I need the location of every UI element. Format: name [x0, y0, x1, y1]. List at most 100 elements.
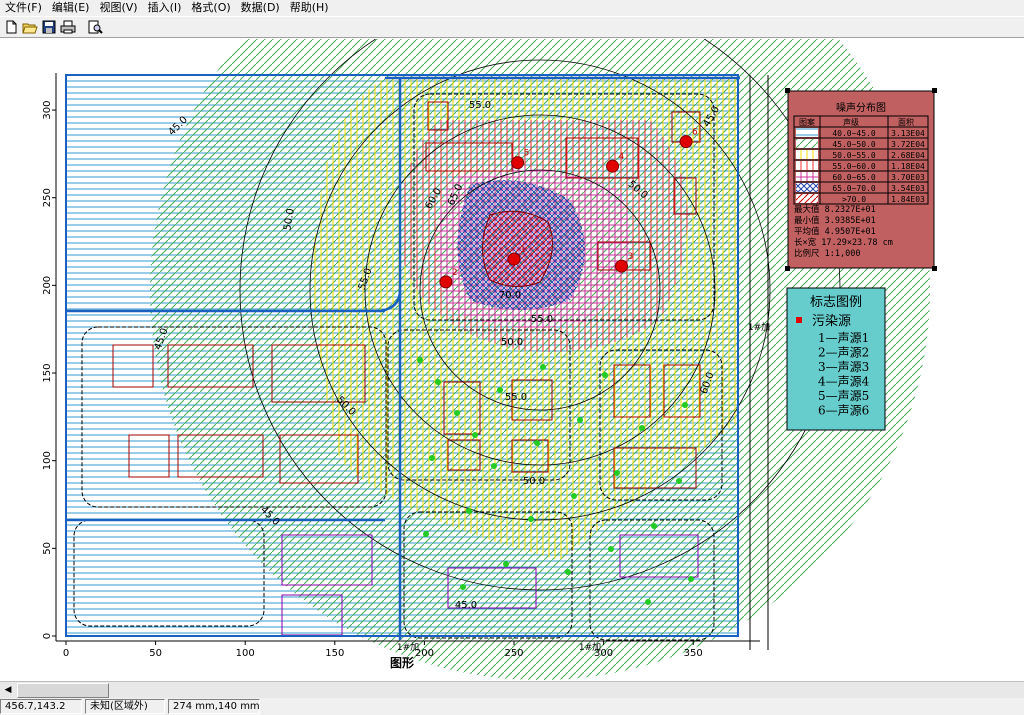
legend-area: 3.54E03	[891, 184, 925, 193]
noise-map-chart: 0 50 100 150 200 250 300 350050100150200250300 …	[42, 39, 937, 680]
menu-view[interactable]: 视图(V)	[94, 0, 142, 16]
x-tick-label: 50	[149, 648, 162, 659]
legend-level: 40.0~45.0	[832, 129, 876, 138]
contour-label: 55.0	[469, 100, 491, 111]
noise-legend[interactable]: 噪声分布图 图案 声级 面积 40.0~45.0 3.13E04 45.0~50.0 3.7…	[785, 88, 937, 271]
legend-swatch	[796, 139, 818, 148]
symbol-legend-item: 2—声源2	[818, 346, 869, 360]
noise-source-1	[507, 252, 521, 266]
noise-source-5	[511, 156, 525, 170]
tree	[645, 599, 651, 605]
contour-label: 55.0	[531, 314, 553, 325]
y-tick-label: 250	[42, 188, 53, 207]
menu-format[interactable]: 格式(O)	[186, 0, 235, 16]
side-marker: 1#加	[748, 322, 770, 333]
menu-file[interactable]: 文件(F)	[0, 0, 47, 16]
legend-stat: 最小值 3.9385E+01	[794, 215, 876, 226]
resize-handle[interactable]	[932, 266, 937, 271]
status-region: 未知(区域外)	[85, 699, 165, 714]
y-tick-label: 100	[42, 451, 53, 470]
contour-label: 50.0	[523, 476, 545, 487]
noise-source-2	[439, 275, 453, 289]
legend-level: 50.0~55.0	[832, 151, 876, 160]
x-tick-label: 250	[504, 648, 523, 659]
legend-level: 55.0~60.0	[832, 162, 876, 171]
noise-source-3	[615, 259, 629, 273]
legend-stat: 最大值 8.2327E+01	[794, 204, 876, 215]
noise-source-label: 1	[520, 245, 526, 255]
tree	[435, 379, 441, 385]
legend-level: 60.0~65.0	[832, 173, 876, 182]
y-tick-label: 50	[42, 542, 53, 555]
horizontal-scrollbar[interactable]: ◀	[0, 681, 1024, 698]
y-tick-label: 150	[42, 363, 53, 382]
x-tick-label: 150	[325, 648, 344, 659]
open-icon[interactable]	[21, 19, 38, 36]
resize-handle[interactable]	[785, 88, 790, 93]
preview-icon[interactable]	[86, 19, 103, 36]
noise-source-label: 2	[452, 268, 458, 278]
legend-header: 声级	[843, 117, 859, 127]
tree	[460, 584, 466, 590]
resize-handle[interactable]	[785, 266, 790, 271]
noise-source-label: 5	[524, 149, 530, 159]
drawing-canvas[interactable]: 0 50 100 150 200 250 300 350 0 50 100 150 200 250 300 …	[0, 39, 1024, 681]
menu-edit[interactable]: 编辑(E)	[47, 0, 95, 16]
tree	[682, 402, 688, 408]
legend-area: 1.18E04	[891, 162, 925, 171]
scroll-left-icon[interactable]: ◀	[0, 682, 16, 698]
symbol-legend-item: 3—声源3	[818, 360, 869, 374]
save-icon[interactable]	[40, 19, 57, 36]
legend-header: 图案	[799, 117, 815, 127]
status-bar: 456.7,143.2 未知(区域外) 274 mm,140 mm	[0, 698, 1024, 715]
tree	[491, 463, 497, 469]
contour-label: 55.0	[505, 392, 527, 403]
legend-swatch	[796, 194, 818, 203]
noise-source-4	[606, 159, 620, 173]
tree	[503, 561, 509, 567]
x-tick-label: 100	[236, 648, 255, 659]
print-icon[interactable]	[59, 19, 76, 36]
legend-stat: 平均值 4.9507E+01	[794, 226, 876, 237]
noise-source-label: 3	[628, 252, 634, 262]
noise-source-label: 4	[619, 152, 625, 162]
symbol-legend-item: 5—声源5	[818, 389, 869, 403]
x-tick-label: 0	[63, 648, 69, 659]
symbol-legend-title: 标志图例	[810, 295, 862, 310]
legend-header: 面积	[898, 117, 914, 127]
tree	[639, 425, 645, 431]
legend-swatch	[796, 172, 818, 181]
menu-data[interactable]: 数据(D)	[236, 0, 285, 16]
tree	[565, 569, 571, 575]
scroll-thumb[interactable]	[17, 683, 109, 698]
resize-handle[interactable]	[932, 88, 937, 93]
tree	[688, 576, 694, 582]
x-tick-label: 350	[684, 648, 703, 659]
legend-level: 45.0~50.0	[832, 140, 876, 149]
source-label: 污染源	[812, 314, 851, 329]
tree	[472, 432, 478, 438]
pollution-source-icon	[796, 317, 802, 323]
legend-stat: 长×宽 17.29×23.78 cm	[794, 237, 893, 248]
new-icon[interactable]	[2, 19, 19, 36]
x-axis-label: 图形	[390, 656, 414, 670]
toolbar	[0, 16, 1024, 38]
y-tick-label: 0	[42, 633, 53, 639]
tree	[423, 531, 429, 537]
menu-insert[interactable]: 插入(I)	[143, 0, 187, 16]
tree	[417, 357, 423, 363]
tree	[577, 417, 583, 423]
side-marker: 1#加	[579, 642, 601, 653]
noise-source-label: 6	[692, 128, 698, 138]
menu-help[interactable]: 帮助(H)	[285, 0, 334, 16]
symbol-legend[interactable]: 标志图例 污染源 1—声源12—声源23—声源34—声源45—声源56—声源6	[786, 287, 886, 431]
contour-label: 45.0	[455, 600, 477, 611]
status-coords: 456.7,143.2	[0, 699, 82, 714]
symbol-legend-item: 1—声源1	[818, 331, 869, 345]
menu-bar: 文件(F) 编辑(E) 视图(V) 插入(I) 格式(O) 数据(D) 帮助(H…	[0, 0, 1024, 16]
side-marker: 1#加	[397, 642, 419, 653]
status-size: 274 mm,140 mm	[168, 699, 260, 714]
tree	[497, 387, 503, 393]
tree	[534, 440, 540, 446]
legend-stat: 比例尺 1:1,000	[794, 248, 860, 259]
